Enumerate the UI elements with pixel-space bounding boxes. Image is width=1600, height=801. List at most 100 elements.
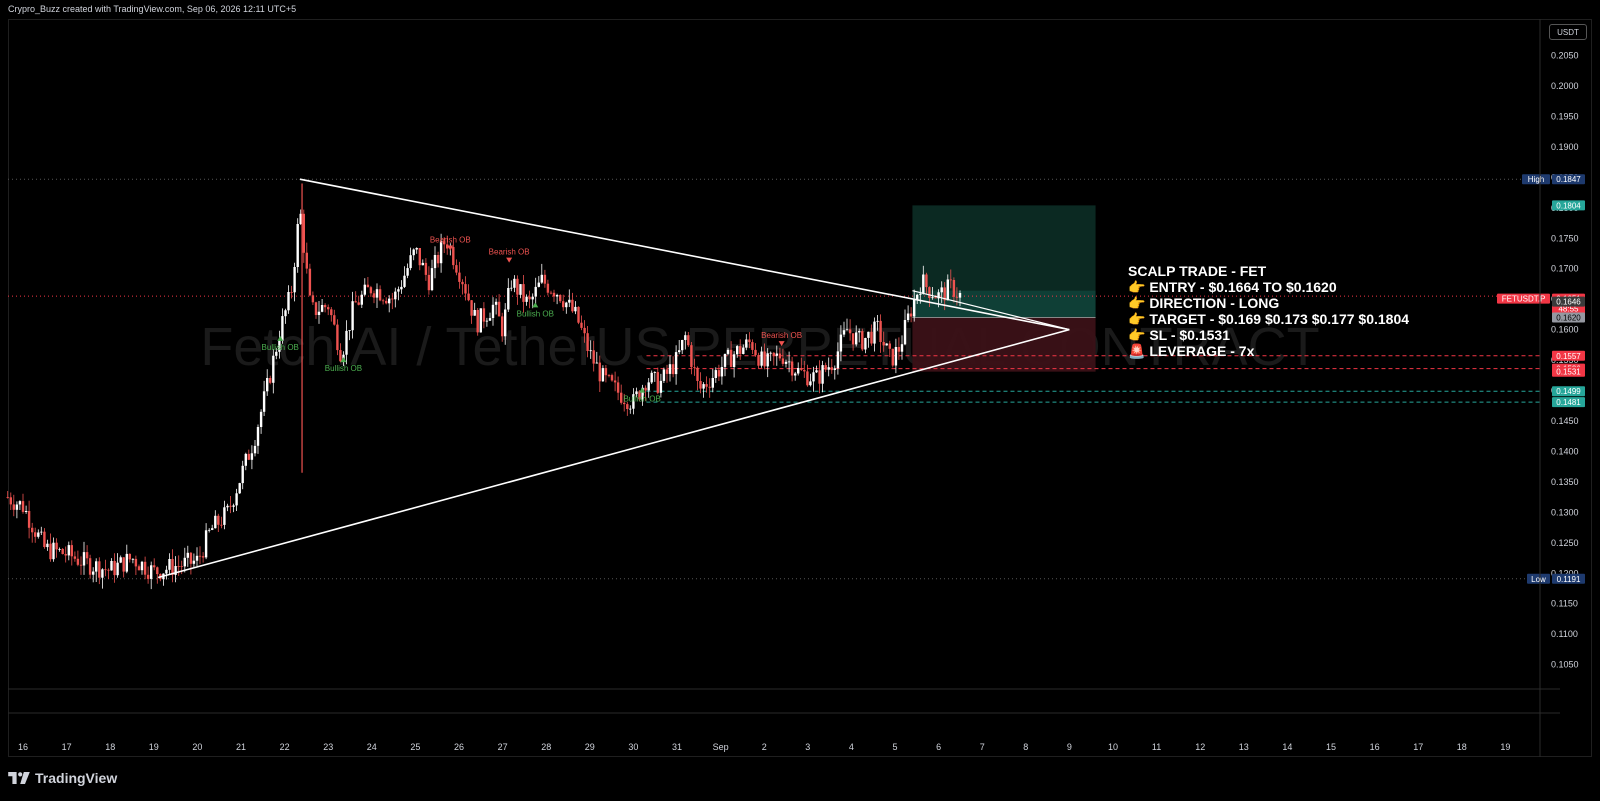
y-tick-label: 0.1600 <box>1551 325 1579 335</box>
candle-body <box>812 372 815 382</box>
candle-body <box>800 368 803 370</box>
candle-body <box>848 329 852 334</box>
y-tick-label: 0.2000 <box>1551 81 1579 91</box>
trade-note-line: 👉 SL - $0.1531 <box>1128 327 1230 343</box>
candle-body <box>778 353 782 359</box>
candle-body <box>366 284 370 288</box>
candle-body <box>31 527 34 533</box>
footer-brand-text: TradingView <box>35 770 118 786</box>
candle-body <box>488 318 492 321</box>
candle-body <box>61 549 64 554</box>
price-tag-value: 0.1646 <box>1556 298 1581 307</box>
candle-body <box>790 361 794 376</box>
price-tag-label: Low <box>1531 575 1546 584</box>
candle-body <box>494 301 498 305</box>
candle-body <box>46 543 49 548</box>
trade-note-title: SCALP TRADE - FET <box>1128 263 1267 279</box>
candle-body <box>241 465 244 484</box>
candle-body <box>729 349 733 368</box>
currency-button[interactable]: USDT <box>1549 24 1587 40</box>
candle-body <box>851 333 855 345</box>
candle-body <box>781 358 785 364</box>
candle-body <box>52 542 55 560</box>
candle-body <box>885 343 888 346</box>
candle-body <box>314 302 318 315</box>
candle-body <box>137 566 141 571</box>
bullish-ob-label: Bullish OB <box>517 309 554 318</box>
price-tag-value: 0.1804 <box>1556 201 1581 210</box>
candle-body <box>476 310 479 333</box>
candle-body <box>702 384 705 389</box>
x-tick-label: 2 <box>762 742 767 752</box>
x-tick-label: 21 <box>236 742 246 752</box>
candle-body <box>143 561 147 575</box>
x-tick-label: 23 <box>323 742 333 752</box>
candle-body <box>562 301 565 308</box>
candle-body <box>787 361 791 363</box>
candle-body <box>720 367 724 377</box>
bullish-ob-label: Bullish OB <box>325 364 362 373</box>
trade-note-line: 🚨 LEVERAGE - 7x <box>1128 343 1255 360</box>
x-tick-label: 16 <box>18 742 28 752</box>
candle-body <box>116 562 119 576</box>
candle-body <box>125 553 128 572</box>
candle-body <box>406 268 409 276</box>
candle-body <box>876 320 879 322</box>
candle-body <box>952 280 956 297</box>
y-tick-label: 0.1100 <box>1551 629 1578 639</box>
candle-body <box>824 365 827 370</box>
candle-body <box>879 320 882 342</box>
candle-body <box>333 315 336 325</box>
trade-note-line: 👉 ENTRY - $0.1664 TO $0.1620 <box>1128 279 1337 295</box>
candle-body <box>238 483 241 494</box>
x-tick-label: 9 <box>1067 742 1072 752</box>
candle-body <box>528 296 531 300</box>
candle-body <box>186 552 189 558</box>
candle-body <box>760 351 763 366</box>
candle-body <box>165 569 168 574</box>
candle-body <box>934 297 937 299</box>
bullish-ob-label: Bullish OB <box>262 343 299 352</box>
x-tick-label: 10 <box>1108 742 1118 752</box>
price-tag-value: 0.1481 <box>1556 398 1581 407</box>
candles <box>6 183 962 590</box>
candle-body <box>745 339 748 348</box>
candle-body <box>699 381 702 389</box>
x-tick-label: 6 <box>936 742 941 752</box>
candle-body <box>586 333 589 351</box>
candle-body <box>302 213 305 253</box>
candle-body <box>732 354 736 367</box>
candle-body <box>204 530 208 558</box>
candle-body <box>665 369 669 374</box>
candle-body <box>363 284 366 295</box>
candle-body <box>40 531 43 533</box>
candle-body <box>34 532 37 537</box>
candle-body <box>897 347 901 352</box>
candle-body <box>470 300 473 316</box>
x-tick-label: 17 <box>62 742 72 752</box>
candle-body <box>409 255 412 269</box>
price-tag-value: 0.1191 <box>1557 575 1581 584</box>
candle-body <box>604 368 608 376</box>
price-chart[interactable]: Fetch.AI / TetherUS PERPETUAL CONTRACT B… <box>0 0 1600 801</box>
candle-body <box>662 369 666 381</box>
candle-body <box>220 524 223 526</box>
candle-body <box>76 558 80 565</box>
candle-body <box>244 453 247 466</box>
candle-body <box>711 378 714 388</box>
candle-body <box>229 505 232 507</box>
candle-body <box>656 372 659 393</box>
candle-body <box>110 561 113 571</box>
candle-body <box>305 252 308 269</box>
candle-body <box>49 543 52 560</box>
candle-body <box>266 378 269 392</box>
candle-body <box>647 382 650 391</box>
candle-body <box>552 292 556 297</box>
candle-body <box>507 288 510 310</box>
candle-body <box>674 352 678 375</box>
footer-brand[interactable]: TradingView <box>8 770 117 786</box>
candle-body <box>888 343 891 349</box>
candle-body <box>769 352 772 354</box>
candle-body <box>223 507 226 525</box>
candle-body <box>119 557 122 563</box>
